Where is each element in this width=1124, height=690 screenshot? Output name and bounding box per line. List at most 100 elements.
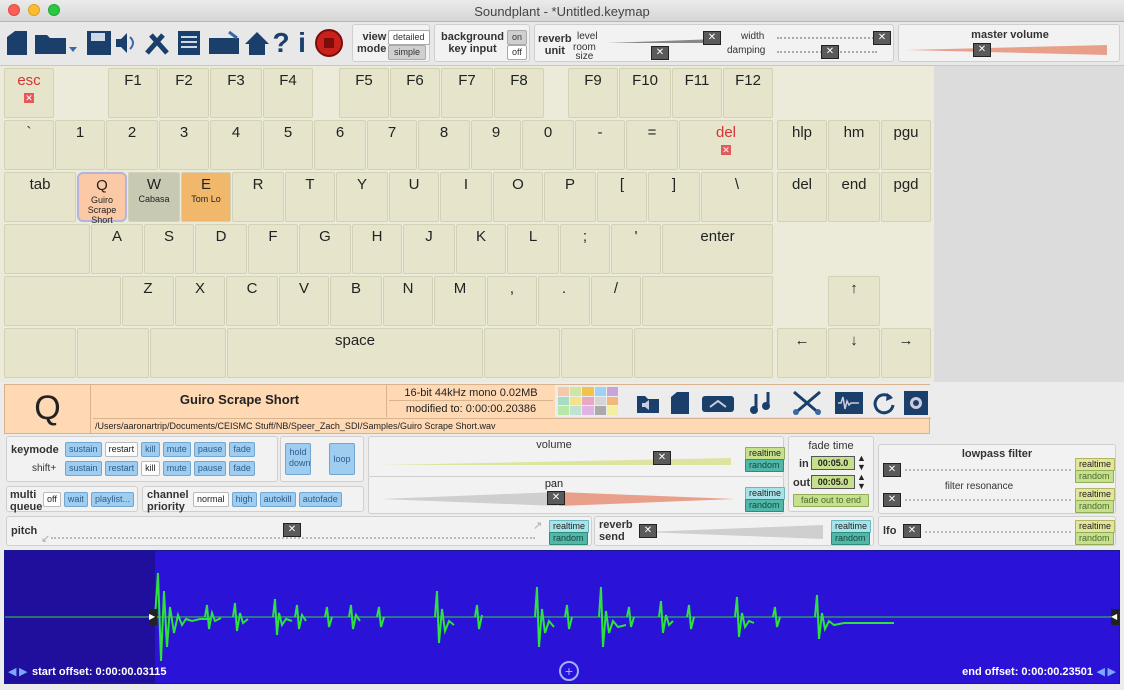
key-delete[interactable]: del ✕	[679, 120, 773, 170]
start-marker-handle[interactable]: ▶	[149, 609, 157, 625]
pan-slider-left[interactable]	[381, 492, 557, 506]
pan-slider-right[interactable]	[559, 492, 735, 506]
key-control[interactable]	[4, 328, 76, 378]
key-right-bracket[interactable]: ]	[648, 172, 700, 222]
music-notes-icon[interactable]	[747, 386, 777, 420]
keymode-kill-button[interactable]: kill	[141, 442, 160, 457]
multi-queue-playlist-button[interactable]: playlist...	[90, 492, 134, 507]
waveform-view-icon[interactable]	[833, 386, 865, 420]
key-l[interactable]: L	[507, 224, 559, 274]
fade-out-stepper[interactable]: ▲ ▼	[857, 473, 866, 491]
key-o[interactable]: O	[493, 172, 543, 222]
key-v[interactable]: V	[279, 276, 329, 326]
background-off-button[interactable]: off	[507, 45, 527, 60]
trim-sample-icon[interactable]	[789, 386, 825, 420]
sample-settings-icon[interactable]	[901, 386, 931, 420]
key-capslock[interactable]	[4, 224, 90, 274]
key-esc[interactable]: esc ✕	[4, 68, 54, 118]
key-f11[interactable]: F11	[672, 68, 722, 118]
reverb-send-knob[interactable]: ✕	[639, 524, 657, 538]
shift-sustain-button[interactable]: sustain	[65, 461, 102, 476]
key-8[interactable]: 8	[418, 120, 470, 170]
key-h[interactable]: H	[352, 224, 402, 274]
keymode-fade-button[interactable]: fade	[229, 442, 255, 457]
key-m[interactable]: M	[434, 276, 486, 326]
keymode-pause-button[interactable]: pause	[193, 442, 227, 457]
reverb-width-knob[interactable]: ✕	[873, 31, 891, 45]
key-forward-delete[interactable]: del	[777, 172, 827, 222]
key-p[interactable]: P	[544, 172, 596, 222]
delete-sample-icon[interactable]: ✕	[721, 145, 731, 155]
key-q[interactable]: Q Guiro Scrape Short	[77, 172, 127, 225]
key-backtick[interactable]: `	[4, 120, 54, 170]
key-k[interactable]: K	[456, 224, 506, 274]
view-simple-button[interactable]: simple	[388, 45, 426, 60]
key-d[interactable]: D	[195, 224, 247, 274]
key-f7[interactable]: F7	[441, 68, 493, 118]
key-9[interactable]: 9	[471, 120, 521, 170]
key-a[interactable]: A	[91, 224, 143, 274]
key-enter[interactable]: enter	[662, 224, 773, 274]
filter-resonance-slider[interactable]	[905, 499, 1071, 501]
key-i[interactable]: I	[440, 172, 492, 222]
key-f10[interactable]: F10	[619, 68, 671, 118]
multi-queue-off-button[interactable]: off	[43, 492, 61, 507]
import-audio-icon[interactable]	[633, 386, 663, 420]
resonance-random-button[interactable]: random	[1075, 500, 1114, 513]
waveform-editor[interactable]: ▶ ◀ ◀ ▶ start offset: 0:00:00.03115 + en…	[4, 550, 1120, 684]
key-f9[interactable]: F9	[568, 68, 618, 118]
key-u[interactable]: U	[389, 172, 439, 222]
end-offset-left-arrow-icon[interactable]: ◀	[1097, 665, 1105, 678]
reload-icon[interactable]	[869, 386, 899, 420]
new-sample-icon[interactable]	[665, 386, 695, 420]
help-icon[interactable]: ?	[270, 26, 292, 60]
shift-restart-button[interactable]: restart	[104, 461, 139, 476]
open-external-editor-icon[interactable]	[699, 386, 737, 420]
key-pageup[interactable]: pgu	[881, 120, 931, 170]
color-palette[interactable]	[558, 387, 618, 415]
volume-random-button[interactable]: random	[745, 459, 784, 472]
lowpass-filter-slider[interactable]	[905, 469, 1071, 471]
lowpass-random-button[interactable]: random	[1075, 470, 1114, 483]
end-marker-handle[interactable]: ◀	[1111, 609, 1119, 625]
key-f6[interactable]: F6	[390, 68, 440, 118]
lfo-slider[interactable]	[925, 531, 1071, 533]
lfo-knob[interactable]: ✕	[903, 524, 921, 538]
key-f5[interactable]: F5	[339, 68, 389, 118]
audio-export-icon[interactable]	[112, 26, 142, 60]
key-f1[interactable]: F1	[108, 68, 158, 118]
reverb-room-size-knob[interactable]: ✕	[651, 46, 669, 60]
lfo-random-button[interactable]: random	[1075, 532, 1114, 545]
key-slash[interactable]: /	[591, 276, 641, 326]
loop-button[interactable]: loop	[329, 443, 355, 475]
shift-kill-button[interactable]: kill	[141, 461, 160, 476]
fade-in-field[interactable]: 00:05.0	[811, 456, 855, 470]
key-help[interactable]: hlp	[777, 120, 827, 170]
volume-knob[interactable]: ✕	[653, 451, 671, 465]
key-f[interactable]: F	[248, 224, 298, 274]
master-volume-slider[interactable]	[907, 45, 1107, 55]
background-on-button[interactable]: on	[507, 30, 528, 45]
priority-autokill-button[interactable]: autokill	[259, 492, 296, 507]
key-arrow-up[interactable]: ↑	[828, 276, 880, 326]
key-t[interactable]: T	[285, 172, 335, 222]
key-f4[interactable]: F4	[263, 68, 313, 118]
volume-slider[interactable]	[381, 451, 731, 465]
key-backslash[interactable]: \	[701, 172, 773, 222]
priority-high-button[interactable]: high	[231, 492, 257, 507]
fade-in-stepper[interactable]: ▲ ▼	[857, 454, 866, 472]
key-space[interactable]: space	[227, 328, 483, 378]
fade-out-field[interactable]: 00:05.0	[811, 475, 855, 489]
key-left-command[interactable]	[150, 328, 226, 378]
key-w[interactable]: W Cabasa	[128, 172, 180, 222]
open-folder-icon[interactable]	[32, 26, 78, 60]
key-z[interactable]: Z	[122, 276, 174, 326]
pan-random-button[interactable]: random	[745, 499, 784, 512]
key-j[interactable]: J	[403, 224, 455, 274]
key-g[interactable]: G	[299, 224, 351, 274]
keymode-mute-button[interactable]: mute	[162, 442, 191, 457]
reverb-send-random-button[interactable]: random	[831, 532, 870, 545]
key-7[interactable]: 7	[367, 120, 417, 170]
key-end[interactable]: end	[828, 172, 880, 222]
fade-out-to-end-button[interactable]: fade out to end	[793, 494, 869, 507]
